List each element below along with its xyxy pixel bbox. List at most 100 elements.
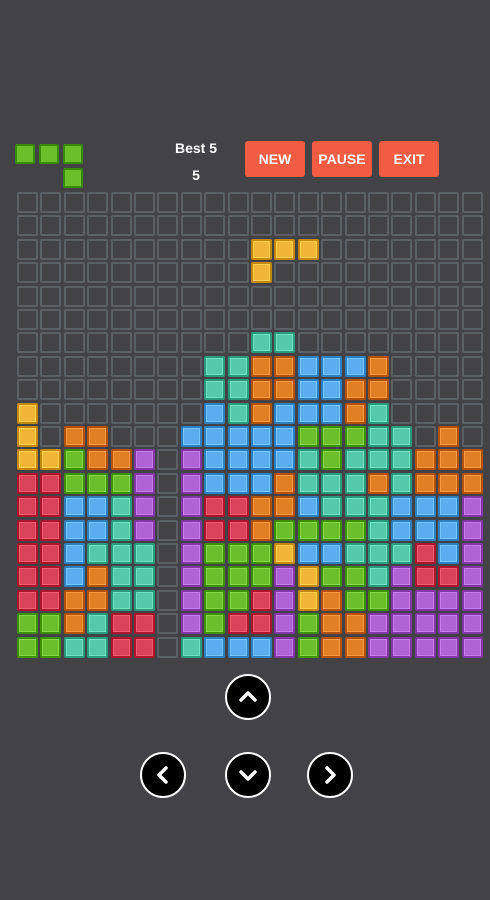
exit-button[interactable]: EXIT: [379, 141, 439, 177]
empty-cell: [87, 192, 109, 213]
empty-cell: [368, 215, 389, 237]
filled-cell: [461, 496, 483, 518]
empty-cell: [134, 332, 155, 354]
filled-cell: [110, 472, 132, 494]
empty-cell: [438, 285, 460, 307]
filled-cell: [251, 426, 272, 447]
filled-cell: [414, 472, 436, 494]
filled-cell: [368, 613, 389, 635]
filled-cell: [321, 589, 343, 611]
empty-cell: [438, 262, 460, 284]
filled-cell: [180, 636, 202, 658]
filled-cell: [17, 636, 38, 658]
empty-cell: [17, 262, 38, 284]
filled-cell: [274, 472, 296, 494]
empty-cell: [297, 192, 319, 213]
empty-cell: [297, 309, 319, 330]
empty-cell: [87, 402, 109, 424]
filled-cell: [344, 426, 366, 447]
empty-cell: [134, 355, 155, 377]
empty-cell: [180, 215, 202, 237]
next-piece-cell: [63, 168, 83, 188]
filled-cell: [344, 589, 366, 611]
empty-cell: [414, 309, 436, 330]
filled-cell: [134, 636, 155, 658]
empty-cell: [157, 519, 179, 541]
empty-cell: [110, 355, 132, 377]
filled-cell: [297, 402, 319, 424]
next-piece-preview: [15, 144, 87, 192]
empty-cell: [461, 262, 483, 284]
empty-cell: [297, 285, 319, 307]
filled-cell: [274, 238, 296, 260]
filled-cell: [63, 613, 85, 635]
filled-cell: [204, 636, 226, 658]
filled-cell: [227, 355, 249, 377]
filled-cell: [134, 543, 155, 564]
filled-cell: [344, 636, 366, 658]
empty-cell: [87, 262, 109, 284]
filled-cell: [368, 566, 389, 588]
filled-cell: [321, 472, 343, 494]
empty-cell: [180, 238, 202, 260]
rotate-up-button[interactable]: [225, 674, 271, 720]
move-left-button[interactable]: [140, 752, 186, 798]
filled-cell: [438, 496, 460, 518]
empty-cell: [40, 402, 62, 424]
filled-cell: [344, 402, 366, 424]
filled-cell: [40, 613, 62, 635]
empty-cell: [414, 285, 436, 307]
empty-cell: [17, 215, 38, 237]
filled-cell: [17, 613, 38, 635]
empty-cell: [134, 192, 155, 213]
filled-cell: [251, 589, 272, 611]
filled-cell: [391, 543, 413, 564]
empty-cell: [110, 215, 132, 237]
filled-cell: [438, 449, 460, 471]
filled-cell: [110, 636, 132, 658]
empty-cell: [368, 262, 389, 284]
empty-cell: [110, 309, 132, 330]
empty-cell: [344, 262, 366, 284]
filled-cell: [251, 449, 272, 471]
empty-cell: [204, 215, 226, 237]
empty-cell: [110, 262, 132, 284]
move-down-button[interactable]: [225, 752, 271, 798]
empty-cell: [344, 309, 366, 330]
empty-cell: [461, 402, 483, 424]
filled-cell: [63, 519, 85, 541]
filled-cell: [368, 426, 389, 447]
filled-cell: [17, 519, 38, 541]
filled-cell: [87, 613, 109, 635]
empty-cell: [227, 192, 249, 213]
filled-cell: [40, 472, 62, 494]
filled-cell: [297, 472, 319, 494]
filled-cell: [40, 589, 62, 611]
filled-cell: [321, 496, 343, 518]
filled-cell: [17, 496, 38, 518]
empty-cell: [391, 402, 413, 424]
filled-cell: [274, 636, 296, 658]
filled-cell: [321, 355, 343, 377]
filled-cell: [274, 449, 296, 471]
move-right-button[interactable]: [307, 752, 353, 798]
filled-cell: [17, 589, 38, 611]
filled-cell: [414, 636, 436, 658]
empty-cell: [391, 238, 413, 260]
filled-cell: [40, 496, 62, 518]
filled-cell: [297, 636, 319, 658]
empty-cell: [110, 402, 132, 424]
new-game-button[interactable]: NEW: [245, 141, 305, 177]
filled-cell: [391, 519, 413, 541]
filled-cell: [251, 566, 272, 588]
empty-cell: [40, 332, 62, 354]
filled-cell: [368, 589, 389, 611]
filled-cell: [321, 613, 343, 635]
filled-cell: [251, 496, 272, 518]
filled-cell: [274, 402, 296, 424]
pause-button[interactable]: PAUSE: [312, 141, 372, 177]
empty-cell: [180, 332, 202, 354]
filled-cell: [438, 426, 460, 447]
filled-cell: [461, 543, 483, 564]
empty-cell: [204, 192, 226, 213]
